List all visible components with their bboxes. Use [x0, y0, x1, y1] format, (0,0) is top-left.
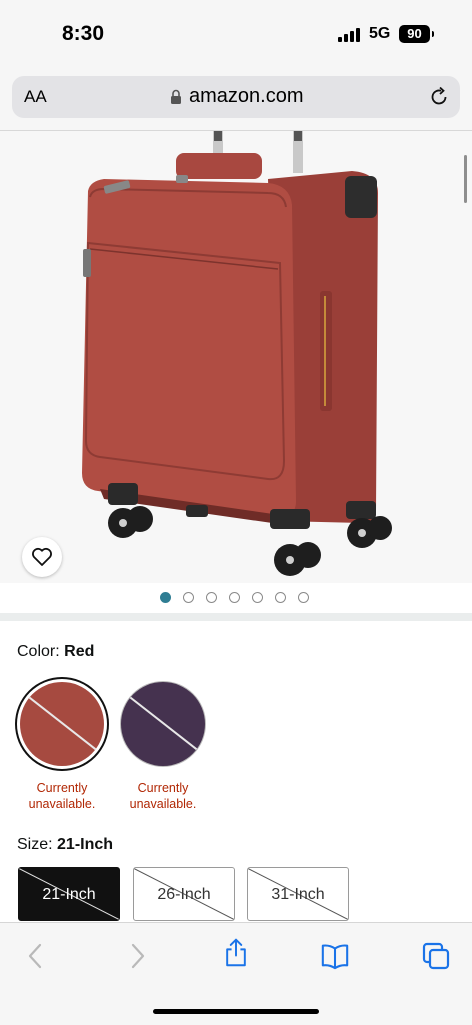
signal-icon — [338, 28, 362, 42]
bookmarks-icon[interactable] — [320, 941, 350, 971]
size-option-26-inch[interactable]: 26-Inch — [133, 867, 235, 921]
battery-indicator: 90 — [399, 25, 434, 43]
carousel-dot[interactable] — [229, 592, 240, 603]
color-swatch-red[interactable] — [20, 682, 104, 766]
size-option-31-inch[interactable]: 31-Inch — [247, 867, 349, 921]
browser-address-area: AA amazon.com — [0, 70, 472, 131]
section-divider — [0, 613, 472, 621]
color-swatch-purple[interactable] — [121, 682, 205, 766]
carousel-dot[interactable] — [275, 592, 286, 603]
address-bar[interactable]: AA amazon.com — [12, 76, 460, 118]
purple-availability: Currently unavailable. — [129, 781, 197, 811]
carousel-dot[interactable] — [160, 592, 171, 603]
selected-size-value: 21-Inch — [57, 836, 114, 853]
selected-color-value: Red — [64, 643, 95, 660]
home-indicator — [153, 1009, 319, 1014]
size-label: Size: 21-Inch — [17, 836, 114, 853]
lock-icon — [171, 89, 181, 104]
wishlist-button[interactable] — [22, 537, 62, 577]
suitcase-illustration — [82, 131, 392, 576]
unavailable-slash — [21, 691, 103, 755]
forward-icon[interactable] — [122, 941, 152, 971]
text-size-button[interactable]: AA — [24, 87, 47, 107]
url-text[interactable]: amazon.com — [189, 85, 304, 108]
carousel-dot[interactable] — [298, 592, 309, 603]
product-image[interactable] — [0, 131, 472, 583]
reload-icon[interactable] — [428, 86, 450, 108]
tabs-icon[interactable] — [421, 941, 451, 971]
clock: 8:30 — [62, 22, 105, 45]
carousel-dot[interactable] — [183, 592, 194, 603]
carousel-dot[interactable] — [206, 592, 217, 603]
unavailable-slash — [122, 691, 204, 755]
heart-icon — [32, 547, 52, 566]
carousel-dot[interactable] — [252, 592, 263, 603]
status-bar: 8:30 5G 90 — [0, 0, 472, 70]
page-scrollbar[interactable] — [464, 155, 467, 203]
share-icon[interactable] — [221, 937, 251, 967]
size-option-21-inch[interactable]: 21-Inch — [18, 867, 120, 921]
back-icon[interactable] — [21, 941, 51, 971]
color-label: Color: Red — [17, 643, 95, 660]
red-availability: Currently unavailable. — [28, 781, 96, 811]
network-type: 5G — [369, 25, 391, 42]
